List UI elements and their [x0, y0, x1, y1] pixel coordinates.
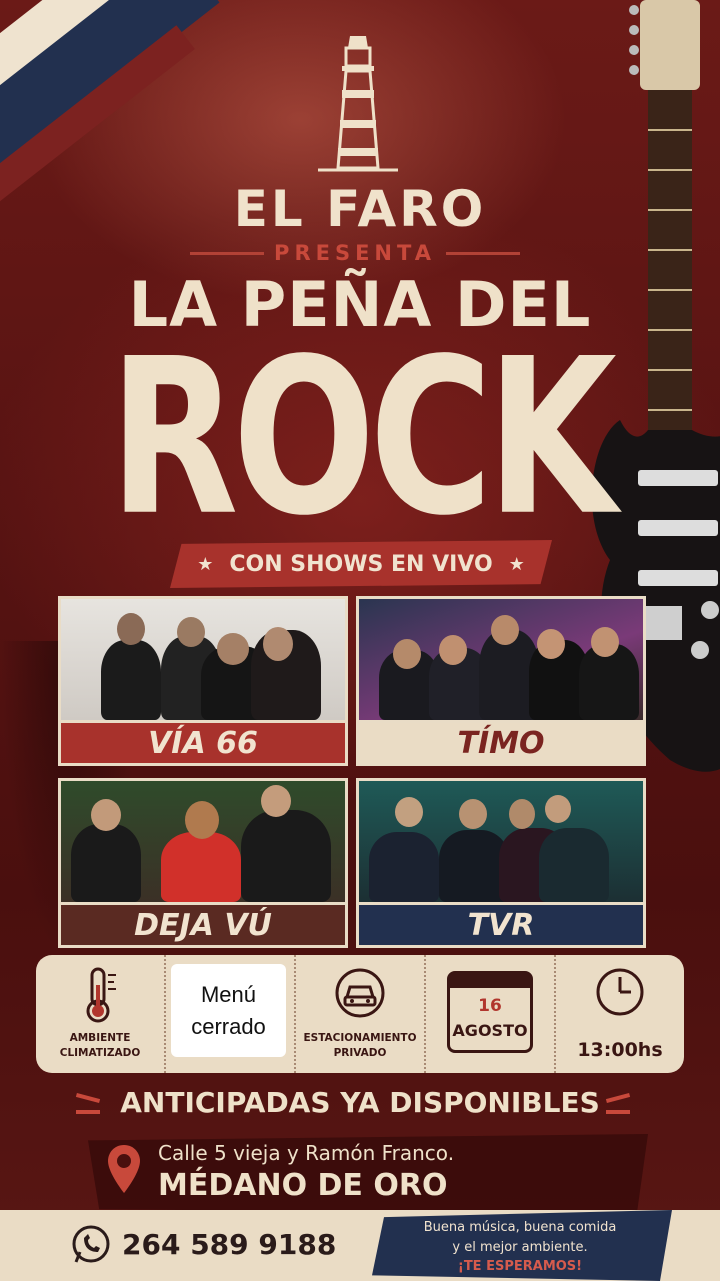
- band-photo: [58, 778, 348, 902]
- tagline-cta: ¡TE ESPERAMOS!: [457, 1259, 583, 1274]
- band-card-via66: VÍA 66: [58, 596, 348, 766]
- whatsapp-icon: [72, 1225, 110, 1263]
- info-date: 16 AGOSTO: [424, 955, 554, 1073]
- star-icon: ★: [508, 553, 525, 574]
- location-pin-icon: [108, 1145, 140, 1193]
- band-card-dejavu: DEJA VÚ: [58, 778, 348, 948]
- divider-line: [190, 251, 265, 255]
- shows-banner: ★ CON SHOWS EN VIVO ★: [170, 540, 552, 588]
- band-photo: [356, 778, 646, 902]
- tagline-line2: y el mejor ambiente.: [452, 1239, 588, 1255]
- banner-text: CON SHOWS EN VIVO: [229, 551, 493, 577]
- address-street: Calle 5 vieja y Ramón Franco.: [158, 1141, 455, 1165]
- thermometer-icon: [86, 967, 116, 1023]
- overlay-line1: Menú: [200, 981, 257, 1007]
- band-photo: [356, 596, 646, 720]
- band-card-tvr: TVR: [356, 778, 646, 948]
- info-time: 13:00hs: [554, 955, 684, 1073]
- info-climate: AMBIENTE CLIMATIZADO: [36, 955, 164, 1073]
- lighthouse-icon: [318, 36, 398, 172]
- clock-icon: [596, 968, 644, 1016]
- date-month: AGOSTO: [452, 1021, 528, 1040]
- info-parking: ESTACIONAMIENTO PRIVADO: [294, 955, 424, 1073]
- menu-closed-overlay: Menú cerrado: [171, 964, 286, 1057]
- brand-name: EL FARO: [233, 180, 487, 238]
- phone-number: 264 589 9188: [122, 1228, 337, 1261]
- star-icon: ★: [197, 553, 214, 574]
- band-card-timo: TÍMO: [356, 596, 646, 766]
- band-name: TVR: [356, 902, 646, 948]
- parking-label: ESTACIONAMIENTO PRIVADO: [303, 1031, 417, 1059]
- calendar-icon: 16 AGOSTO: [447, 971, 533, 1053]
- overlay-line2: cerrado: [191, 1013, 266, 1039]
- date-day: 16: [478, 996, 502, 1016]
- climate-label: AMBIENTE CLIMATIZADO: [59, 1031, 141, 1059]
- band-name: TÍMO: [356, 720, 646, 766]
- presenta-row: PRESENTA: [190, 238, 520, 268]
- band-name: DEJA VÚ: [58, 902, 348, 948]
- divider-line: [445, 251, 520, 255]
- event-title-line2: ROCK: [109, 312, 617, 563]
- band-photo: [58, 596, 348, 720]
- band-name: VÍA 66: [58, 720, 348, 766]
- event-info-panel: AMBIENTE CLIMATIZADO ESTACIONAMIENTO PRI…: [36, 955, 684, 1073]
- presenta-label: PRESENTA: [274, 241, 436, 265]
- tagline-line1: Buena música, buena comida: [423, 1220, 617, 1235]
- event-time: 13:00hs: [577, 1039, 663, 1061]
- tickets-available: ANTICIPADAS YA DISPONIBLES: [120, 1086, 600, 1119]
- car-icon: [335, 968, 385, 1018]
- footer-tagline: Buena música, buena comida y el mejor am…: [395, 1218, 645, 1277]
- event-poster: EL FARO PRESENTA LA PEÑA DEL ROCK ★ CON …: [0, 0, 720, 1281]
- address-area: MÉDANO DE ORO: [158, 1168, 448, 1203]
